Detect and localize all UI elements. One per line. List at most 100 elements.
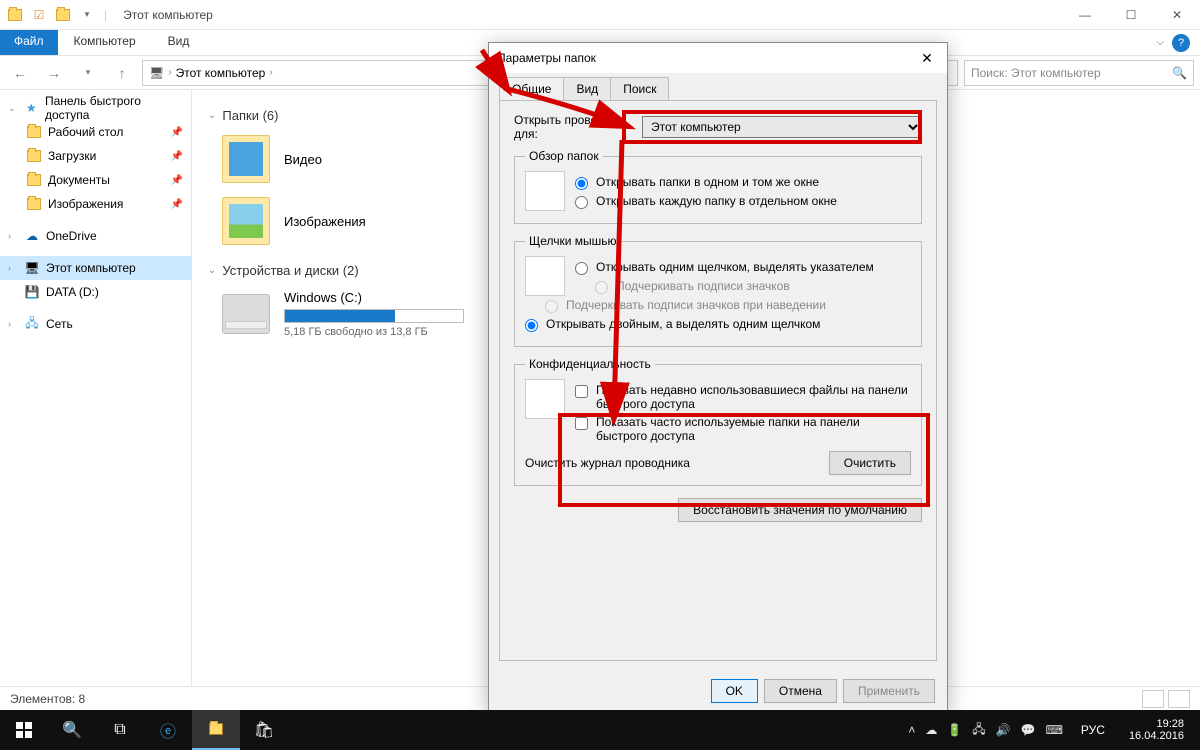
pin-icon: 📌: [171, 127, 183, 138]
edge-button[interactable]: ⓔ: [144, 710, 192, 750]
dialog-title: Параметры папок: [497, 51, 596, 65]
nav-up-button[interactable]: ↑: [108, 59, 136, 87]
pin-icon: 📌: [171, 175, 183, 186]
close-button[interactable]: ✕: [1154, 0, 1200, 30]
drive-subtext: 5,18 ГБ свободно из 13,8 ГБ: [284, 326, 464, 338]
view-tiles-button[interactable]: [1168, 690, 1190, 708]
ribbon-file[interactable]: Файл: [0, 30, 58, 55]
open-explorer-select[interactable]: Этот компьютер: [642, 116, 922, 138]
search-icon: 🔍: [1172, 66, 1187, 80]
radio-new-window[interactable]: [575, 196, 588, 209]
open-explorer-label: Открыть проводник для:: [514, 113, 634, 141]
sidebar-label: Документы: [48, 173, 110, 187]
tray-clock[interactable]: 19:28 16.04.2016: [1123, 718, 1190, 742]
minimize-button[interactable]: —: [1062, 0, 1108, 30]
radio-single-click[interactable]: [575, 262, 588, 275]
ribbon-view[interactable]: Вид: [152, 30, 206, 55]
qat-properties-icon[interactable]: ☑: [28, 4, 50, 26]
browse-legend: Обзор папок: [525, 149, 603, 163]
sidebar-this-pc[interactable]: ›🖥Этот компьютер: [0, 256, 191, 280]
taskbar: 🔍 ⧉ ⓔ 🛍 ˄ ☁ 🔋 🖧 🔊 💬 ⌨ РУС 19:28 16.04.20…: [0, 710, 1200, 750]
folder-options-dialog: Параметры папок ✕ Общие Вид Поиск Открыт…: [488, 42, 948, 712]
clear-button[interactable]: Очистить: [829, 451, 911, 475]
sidebar-label: Рабочий стол: [48, 125, 123, 139]
sidebar-label: Загрузки: [48, 149, 96, 163]
tab-general[interactable]: Общие: [499, 77, 564, 100]
qat-dropdown-icon[interactable]: ▾: [76, 4, 98, 26]
sidebar-quick-access[interactable]: ⌄★Панель быстрого доступа: [0, 96, 191, 120]
privacy-icon: [525, 379, 565, 419]
search-button[interactable]: 🔍: [48, 710, 96, 750]
qat-newfolder-icon[interactable]: [52, 4, 74, 26]
sidebar-network[interactable]: ›🖧Сеть: [0, 312, 191, 336]
sidebar-onedrive[interactable]: ›☁OneDrive: [0, 224, 191, 248]
start-button[interactable]: [0, 710, 48, 750]
tray-battery-icon[interactable]: 🔋: [947, 723, 962, 737]
status-count: Элементов: 8: [10, 692, 85, 706]
radio-underline-always: [595, 281, 608, 294]
click-icon: [525, 256, 565, 296]
help-icon[interactable]: ?: [1172, 34, 1190, 52]
tray-volume-icon[interactable]: 🔊: [996, 723, 1011, 737]
drive-label: Windows (C:): [284, 290, 464, 305]
window-titlebar: ☑ ▾ | Этот компьютер — ☐ ✕: [0, 0, 1200, 30]
nav-forward-button[interactable]: →: [40, 59, 68, 87]
ribbon-collapse-icon[interactable]: ⌵: [1156, 37, 1164, 48]
sidebar-data-drive[interactable]: 💾DATA (D:): [0, 280, 191, 304]
drive-icon: [222, 294, 270, 334]
tray-network-icon[interactable]: 🖧: [972, 720, 985, 741]
radio-same-window[interactable]: [575, 177, 588, 190]
check-recent-files[interactable]: [575, 385, 588, 398]
taskview-button[interactable]: ⧉: [96, 710, 144, 750]
sidebar-label: Этот компьютер: [46, 261, 136, 275]
tray-notifications-icon[interactable]: 💬: [1021, 723, 1036, 737]
nav-recent-button[interactable]: ▾: [74, 59, 102, 87]
explorer-button[interactable]: [192, 710, 240, 750]
window-title: Этот компьютер: [123, 8, 213, 22]
maximize-button[interactable]: ☐: [1108, 0, 1154, 30]
sidebar-documents[interactable]: Документы 📌: [0, 168, 191, 192]
ok-button[interactable]: OK: [711, 679, 758, 703]
sidebar-downloads[interactable]: Загрузки 📌: [0, 144, 191, 168]
breadcrumb-root[interactable]: Этот компьютер: [176, 66, 266, 80]
sidebar-desktop[interactable]: Рабочий стол 📌: [0, 120, 191, 144]
tray-show-hidden-icon[interactable]: ˄: [908, 723, 915, 737]
check-frequent-folders[interactable]: [575, 417, 588, 430]
pin-icon: 📌: [171, 199, 183, 210]
sidebar-label: Панель быстрого доступа: [45, 94, 183, 122]
tray-language[interactable]: РУС: [1073, 723, 1113, 737]
pin-icon: 📌: [171, 151, 183, 162]
sidebar-pictures[interactable]: Изображения 📌: [0, 192, 191, 216]
dialog-close-button[interactable]: ✕: [915, 50, 939, 67]
folder-label: Видео: [284, 152, 322, 167]
privacy-legend: Конфиденциальность: [525, 357, 655, 371]
browse-icon: [525, 171, 565, 211]
nav-back-button[interactable]: ←: [6, 59, 34, 87]
view-details-button[interactable]: [1142, 690, 1164, 708]
sidebar-label: Изображения: [48, 197, 123, 211]
tab-view[interactable]: Вид: [563, 77, 611, 100]
cancel-button[interactable]: Отмена: [764, 679, 837, 703]
folder-icon: [222, 135, 270, 183]
ribbon-computer[interactable]: Компьютер: [58, 30, 152, 55]
search-box[interactable]: Поиск: Этот компьютер 🔍: [964, 60, 1194, 86]
radio-underline-hover: [545, 300, 558, 313]
restore-defaults-button[interactable]: Восстановить значения по умолчанию: [678, 498, 922, 522]
click-legend: Щелчки мышью: [525, 234, 621, 248]
tab-search[interactable]: Поиск: [610, 77, 669, 100]
drive-usage-bar: [284, 309, 464, 323]
store-button[interactable]: 🛍: [240, 710, 288, 750]
tray-keyboard-icon[interactable]: ⌨: [1046, 723, 1063, 737]
folder-label: Изображения: [284, 214, 366, 229]
apply-button[interactable]: Применить: [843, 679, 935, 703]
pc-icon: 🖥: [149, 66, 164, 80]
search-placeholder: Поиск: Этот компьютер: [971, 66, 1101, 80]
sidebar-label: DATA (D:): [46, 285, 99, 299]
sidebar-label: OneDrive: [46, 229, 97, 243]
sidebar: ⌄★Панель быстрого доступа Рабочий стол📌 …: [0, 90, 192, 686]
radio-double-click[interactable]: [525, 319, 538, 332]
privacy-fieldset: Конфиденциальность Показать недавно испо…: [514, 357, 922, 486]
tray-onedrive-icon[interactable]: ☁: [925, 723, 937, 737]
folder-icon: [4, 4, 26, 26]
click-fieldset: Щелчки мышью Открывать одним щелчком, вы…: [514, 234, 922, 347]
